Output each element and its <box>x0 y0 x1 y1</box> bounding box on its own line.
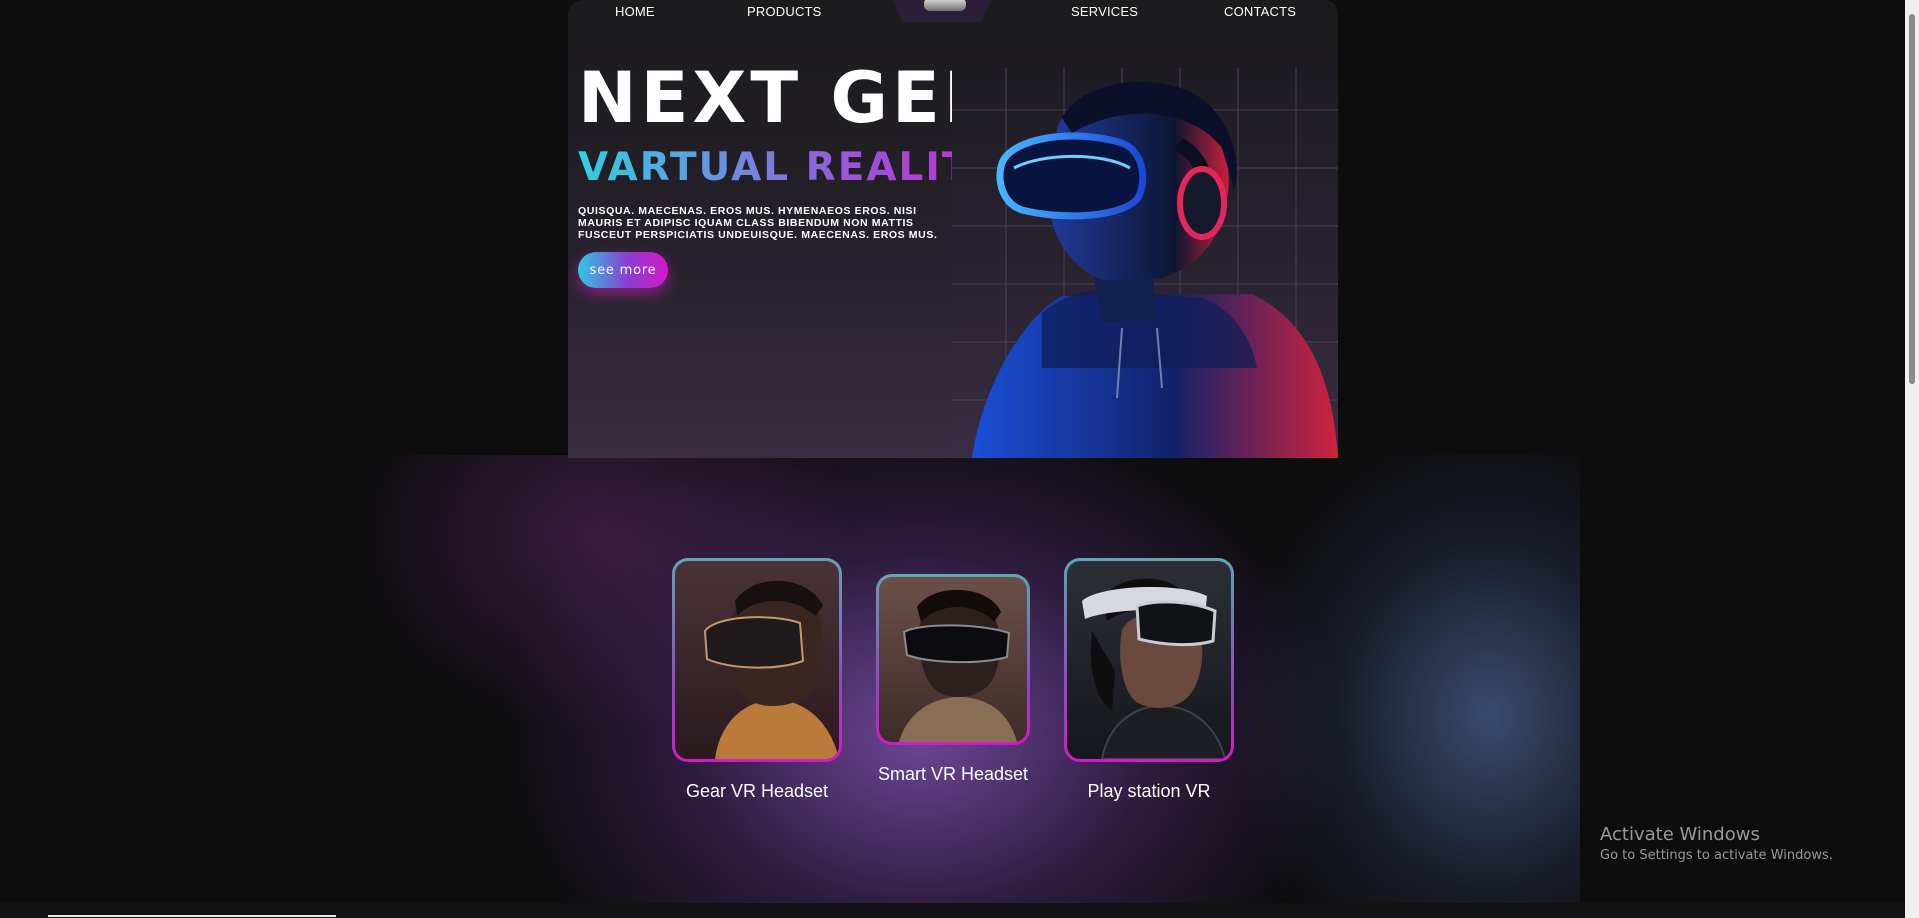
gear-vr-image <box>675 561 839 759</box>
vr-person-illustration <box>952 68 1338 458</box>
nav-products[interactable]: PRODUCTS <box>747 4 822 19</box>
smart-vr-photo <box>879 577 1027 742</box>
product-image-frame <box>876 574 1030 745</box>
smart-vr-image <box>879 577 1027 742</box>
product-card-playstation-vr[interactable]: Play station VR <box>1064 558 1234 808</box>
hero-description: QUISQUA. MAECENAS. EROS MUS. HYMENAEOS E… <box>578 205 938 241</box>
product-image-frame <box>672 558 842 762</box>
watermark-title: Activate Windows <box>1600 824 1760 845</box>
page: HOME PRODUCTS SERVICES CONTACTS NEXT GEN… <box>0 0 1919 918</box>
gear-vr-photo <box>675 561 839 759</box>
scrollbar-thumb[interactable] <box>1909 14 1915 384</box>
product-card-gear-vr[interactable]: Gear VR Headset <box>672 558 842 808</box>
playstation-vr-photo <box>1067 561 1231 759</box>
playstation-vr-image <box>1067 561 1231 759</box>
product-name: Play station VR <box>1087 781 1211 801</box>
product-image-frame <box>1064 558 1234 762</box>
top-nav: HOME PRODUCTS SERVICES CONTACTS <box>568 0 1338 22</box>
hero-subtitle: VARTUAL REALITY <box>578 145 1001 190</box>
hero-vr-image <box>952 68 1338 458</box>
windows-activation-watermark: Activate Windows Go to Settings to activ… <box>1600 823 1833 865</box>
logo[interactable] <box>892 0 992 22</box>
product-card-smart-vr[interactable]: Smart VR Headset <box>876 574 1030 794</box>
product-name: Gear VR Headset <box>685 781 829 801</box>
hero-title: NEXT GEN <box>578 57 1007 139</box>
watermark-subtitle: Go to Settings to activate Windows. <box>1600 848 1833 863</box>
bottom-line <box>48 915 336 917</box>
vertical-scrollbar[interactable] <box>1905 0 1919 918</box>
nav-home[interactable]: HOME <box>615 4 655 19</box>
nav-contacts[interactable]: CONTACTS <box>1224 4 1296 19</box>
product-name: Smart VR Headset <box>877 764 1029 784</box>
see-more-button[interactable]: see more <box>578 252 668 288</box>
hero-section: HOME PRODUCTS SERVICES CONTACTS NEXT GEN… <box>568 0 1338 458</box>
nav-services[interactable]: SERVICES <box>1071 4 1138 19</box>
vr-headset-icon <box>924 0 966 11</box>
